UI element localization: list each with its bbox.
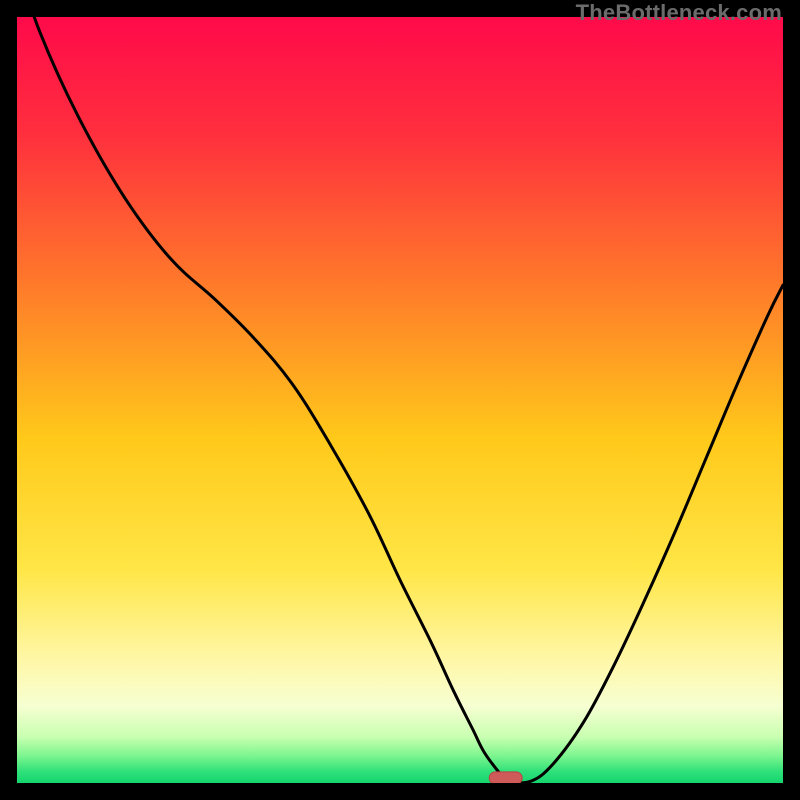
chart-frame: TheBottleneck.com — [0, 0, 800, 800]
gradient-background — [17, 17, 783, 783]
chart-svg — [17, 17, 783, 783]
plot-area — [17, 17, 783, 783]
watermark-label: TheBottleneck.com — [576, 0, 782, 26]
optimum-marker — [489, 772, 522, 783]
